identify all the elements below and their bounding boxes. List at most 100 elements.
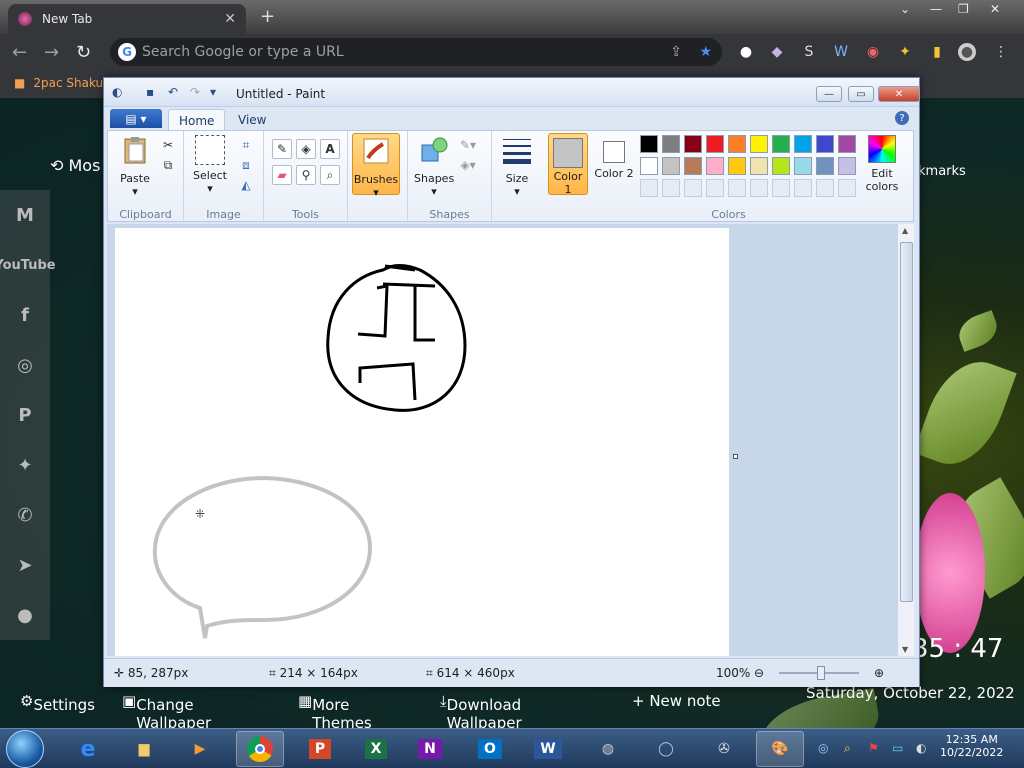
control-panel-icon[interactable]: ◍ (584, 731, 632, 767)
palette-swatch[interactable] (772, 157, 790, 175)
whatsapp-icon[interactable]: ✆ (8, 498, 42, 532)
palette-swatch[interactable] (816, 135, 834, 153)
palette-swatch[interactable] (728, 135, 746, 153)
tray-clock[interactable]: 12:35 AM 10/22/2022 (940, 733, 1003, 759)
color1-button[interactable]: Color 1 (548, 133, 588, 196)
forward-icon[interactable]: → (44, 42, 59, 63)
download-wallpaper-link[interactable]: ⤓ Download Wallpaper (440, 692, 522, 732)
palette-swatch[interactable] (750, 135, 768, 153)
share-icon[interactable]: ⇪ (670, 44, 682, 60)
chrome-taskbar-icon[interactable] (236, 731, 284, 767)
zoom-slider[interactable] (779, 666, 859, 680)
shapes-button[interactable]: Shapes ▾ (414, 135, 454, 198)
side-panel-icon[interactable]: ▮ (928, 43, 946, 61)
chevron-down-icon[interactable]: ⌄ (900, 2, 910, 16)
extension-eye-icon[interactable]: ● (737, 43, 755, 61)
color-picker-icon[interactable]: ⚲ (296, 165, 316, 185)
scrollbar-thumb[interactable] (900, 242, 913, 602)
scroll-up-icon[interactable]: ▲ (902, 226, 908, 235)
extensions-puzzle-icon[interactable]: ✦ (896, 43, 914, 61)
close-tab-icon[interactable]: ✕ (224, 11, 236, 27)
excel-icon[interactable]: X (364, 739, 388, 759)
palette-swatch[interactable] (662, 157, 680, 175)
back-icon[interactable]: ← (12, 42, 27, 63)
new-tab-icon[interactable]: + (260, 6, 275, 27)
word-icon[interactable]: W (534, 739, 562, 759)
paint-taskbar-icon[interactable]: 🎨 (756, 731, 804, 767)
change-wallpaper-link[interactable]: ▣ Change Wallpaper (122, 692, 211, 732)
zoom-slider-thumb[interactable] (817, 666, 825, 680)
palette-swatch[interactable] (728, 157, 746, 175)
youtube-icon[interactable]: YouTube (0, 248, 56, 282)
custom-color-slot[interactable] (794, 179, 812, 197)
menu-kebab-icon[interactable]: ⋮ (992, 43, 1010, 61)
drawing-canvas[interactable]: ⁜ (115, 228, 729, 656)
custom-color-slot[interactable] (662, 179, 680, 197)
bookmarks-label[interactable]: kmarks (918, 164, 966, 179)
reload-icon[interactable]: ↻ (76, 42, 91, 63)
bookmark-2pac[interactable]: ■ 2pac Shakur (14, 76, 108, 90)
telegram-icon[interactable]: ➤ (8, 548, 42, 582)
custom-color-slot[interactable] (750, 179, 768, 197)
paint-maximize-button[interactable]: ▭ (848, 86, 874, 102)
paint-app-icon[interactable]: ◐ (112, 85, 126, 99)
undo-icon[interactable]: ↶ (168, 85, 182, 99)
color2-button[interactable]: Color 2 (594, 133, 634, 195)
facebook-icon[interactable]: f (8, 298, 42, 332)
size-button[interactable]: Size ▾ (498, 135, 536, 198)
help-icon[interactable]: ? (895, 111, 909, 125)
fill-icon[interactable]: ◈ (296, 139, 316, 159)
palette-swatch[interactable] (816, 157, 834, 175)
restore-icon[interactable]: ❐ (958, 2, 969, 16)
custom-color-slot[interactable] (706, 179, 724, 197)
magnifier-icon[interactable]: ⌕ (320, 165, 340, 185)
palette-swatch[interactable] (706, 157, 724, 175)
palette-swatch[interactable] (684, 157, 702, 175)
instagram-icon[interactable]: ◎ (8, 348, 42, 382)
start-button[interactable] (6, 730, 44, 768)
onenote-icon[interactable]: N (418, 739, 442, 759)
eraser-icon[interactable]: ▰ (272, 165, 292, 185)
palette-swatch[interactable] (750, 157, 768, 175)
media-player-icon[interactable]: ▶ (176, 731, 224, 767)
palette-swatch[interactable] (772, 135, 790, 153)
customize-qat-icon[interactable]: ▾ (210, 85, 224, 99)
browser-tab[interactable]: New Tab ✕ (8, 4, 246, 34)
paint-close-button[interactable]: ✕ (878, 86, 920, 102)
reddit-icon[interactable]: ● (8, 598, 42, 632)
paint-minimize-button[interactable]: — (816, 86, 842, 102)
new-note-link[interactable]: + New note (632, 692, 721, 710)
custom-color-slot[interactable] (684, 179, 702, 197)
custom-color-slot[interactable] (838, 179, 856, 197)
settings-link[interactable]: ⚙ Settings (20, 692, 95, 714)
twitter-icon[interactable]: ✦ (8, 448, 42, 482)
custom-color-slot[interactable] (640, 179, 658, 197)
custom-color-slot[interactable] (728, 179, 746, 197)
paint-menu-button[interactable]: ▤ ▾ (110, 109, 162, 128)
palette-swatch[interactable] (640, 135, 658, 153)
shape-fill-icon[interactable]: ◈▾ (458, 155, 478, 175)
edit-colors-button[interactable]: Edit colors (860, 135, 904, 193)
palette-swatch[interactable] (794, 135, 812, 153)
select-button[interactable]: Select ▾ (190, 135, 230, 195)
scroll-down-icon[interactable]: ▼ (902, 645, 908, 654)
bookmark-star-icon[interactable]: ★ (699, 44, 712, 60)
most-visited-label[interactable]: ⟲ Mos (50, 156, 100, 175)
outlook-icon[interactable]: O (478, 739, 502, 759)
vertical-scrollbar[interactable]: ▲ ▼ (897, 224, 914, 656)
address-bar[interactable]: G Search Google or type a URL ⇪ ★ (110, 38, 722, 66)
custom-color-slot[interactable] (816, 179, 834, 197)
internet-explorer-icon[interactable]: e (64, 731, 112, 767)
film-reel-icon[interactable]: ✇ (700, 731, 748, 767)
more-themes-link[interactable]: ▦ More Themes (298, 692, 372, 732)
palette-swatch[interactable] (706, 135, 724, 153)
save-icon[interactable]: ▪ (146, 85, 160, 99)
extension-wp-icon[interactable]: W (832, 43, 850, 61)
zoom-in-icon[interactable]: ⊕ (874, 666, 884, 680)
extension-s-icon[interactable]: S (800, 43, 818, 61)
tray-volume-icon[interactable]: ◐ (916, 741, 926, 755)
profile-avatar-icon[interactable]: ● (958, 43, 976, 61)
crop-icon[interactable]: ⌗ (236, 135, 256, 155)
outline-icon[interactable]: ✎▾ (458, 135, 478, 155)
palette-swatch[interactable] (640, 157, 658, 175)
